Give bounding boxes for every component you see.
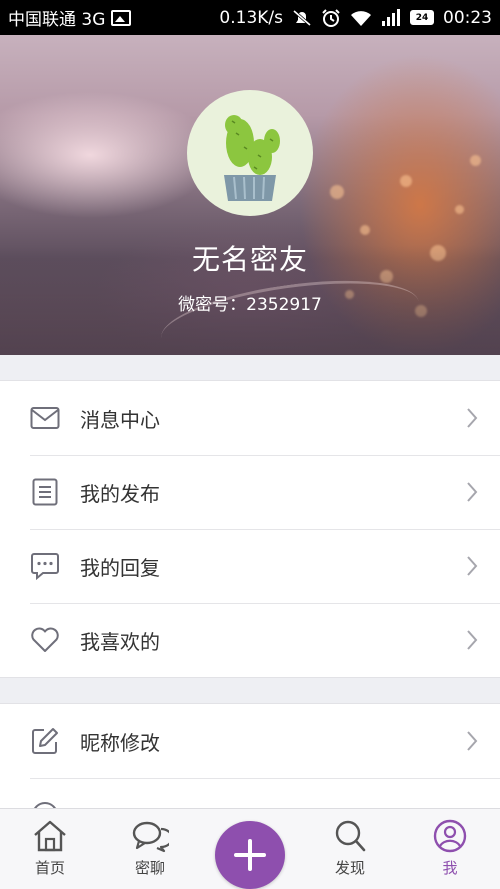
chevron-right-icon <box>466 730 478 752</box>
mail-icon <box>30 403 60 433</box>
nav-post[interactable] <box>200 809 300 889</box>
cactus-icon <box>224 115 280 201</box>
chat-icon <box>132 821 169 853</box>
nav-discover[interactable]: 发现 <box>300 809 400 889</box>
chevron-right-icon <box>466 629 478 651</box>
nav-label-chat: 密聊 <box>134 859 165 877</box>
user-icon <box>433 819 467 853</box>
menu-group-settings: 昵称修改 <box>0 703 500 828</box>
menu-item-liked[interactable]: 我喜欢的 <box>0 603 500 677</box>
image-notification-icon <box>111 9 132 26</box>
chevron-right-icon <box>466 555 478 577</box>
menu-group-main: 消息中心 我的发布 我的回复 我喜欢的 <box>0 380 500 678</box>
network-speed: 0.13K/s <box>219 7 283 28</box>
profile-header: 无名密友 微密号：2352917 <box>0 35 500 355</box>
menu-label-my-posts: 我的发布 <box>80 481 160 506</box>
chevron-right-icon <box>466 407 478 429</box>
home-icon <box>34 820 66 852</box>
nav-label-discover: 发现 <box>334 859 365 877</box>
nav-home[interactable]: 首页 <box>0 809 100 889</box>
nav-me[interactable]: 我 <box>400 809 500 889</box>
chat-bubble-icon <box>30 551 60 581</box>
nav-label-me: 我 <box>442 859 458 877</box>
menu-label-messages: 消息中心 <box>80 407 160 432</box>
heart-icon <box>30 625 60 655</box>
edit-icon <box>30 726 60 756</box>
mute-icon <box>292 9 312 27</box>
battery-icon: 24 <box>410 10 434 25</box>
menu-item-my-posts[interactable]: 我的发布 <box>0 455 500 529</box>
carrier-text: 中国联通 3G <box>8 10 106 30</box>
wifi-icon <box>350 9 372 27</box>
menu-item-edit-nickname[interactable]: 昵称修改 <box>0 704 500 778</box>
menu-item-my-replies[interactable]: 我的回复 <box>0 529 500 603</box>
status-bar: 中国联通 3G 0.13K/s 24 00:23 <box>0 0 500 35</box>
menu-label-edit-nickname: 昵称修改 <box>80 730 160 755</box>
clock-text: 00:23 <box>443 7 492 28</box>
plus-icon <box>234 839 266 871</box>
signal-icon <box>381 8 401 27</box>
account-id: 微密号：2352917 <box>178 295 322 315</box>
alarm-icon <box>321 8 341 28</box>
avatar[interactable] <box>187 90 313 216</box>
document-icon <box>30 477 60 507</box>
nav-label-home: 首页 <box>34 859 65 877</box>
search-icon <box>335 820 366 852</box>
nickname: 无名密友 <box>191 243 308 276</box>
post-button[interactable] <box>215 821 285 889</box>
chevron-right-icon <box>466 481 478 503</box>
menu-label-liked: 我喜欢的 <box>80 629 160 654</box>
bottom-nav: 首页 密聊 发现 我 <box>0 808 500 889</box>
nav-chat[interactable]: 密聊 <box>100 809 200 889</box>
menu-item-messages[interactable]: 消息中心 <box>0 381 500 455</box>
menu-label-my-replies: 我的回复 <box>80 555 160 580</box>
